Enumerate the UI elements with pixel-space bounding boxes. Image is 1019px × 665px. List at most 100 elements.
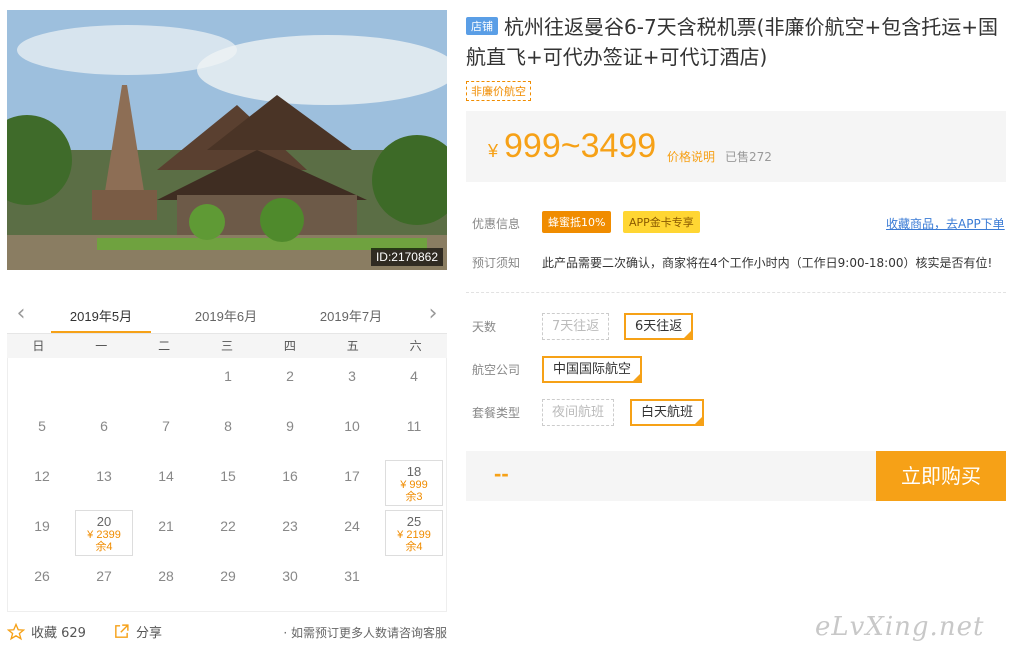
calendar-day: 31 (321, 558, 383, 608)
shop-badge: 店铺 (466, 17, 498, 35)
price-range: 999~3499 (504, 127, 657, 165)
calendar-day: 30 (259, 558, 321, 608)
calendar-day: 21 (135, 508, 197, 558)
calendar-day: 6 (73, 408, 135, 458)
chevron-left-icon[interactable]: ‹ (11, 303, 31, 326)
product-photo: ID:2170862 (7, 10, 447, 270)
photo-footer: 收藏 629 分享 · 如需预订更多人数请咨询客服 (7, 622, 447, 644)
calendar-day: 7 (135, 408, 197, 458)
weekday-fri: 五 (346, 339, 359, 353)
notice-text: 此产品需要二次确认，商家将在4个工作小时内（工作日9:00-18:00）核实是否… (542, 256, 993, 270)
share-button[interactable]: 分享 (113, 622, 162, 641)
share-icon (115, 624, 129, 638)
day-number: 25 (406, 514, 422, 529)
day-remaining: 余3 (405, 491, 423, 503)
calendar-day: 26 (11, 558, 73, 608)
option-6-days[interactable]: 6天往返 (624, 313, 694, 340)
day-number: 20 (96, 514, 112, 529)
day-remaining: 余4 (95, 541, 113, 553)
currency-symbol: ¥ (488, 141, 499, 161)
day-number: 9 (286, 418, 294, 434)
calendar-day: 24 (321, 508, 383, 558)
site-watermark: eLvXing.net (815, 612, 985, 642)
day-number: 15 (220, 468, 236, 484)
product-title-row: 店铺 杭州往返曼谷6-7天含税机票(非廉价航空+包含托运+国航直飞+可代办签证+可… (466, 12, 1011, 72)
day-number: 4 (410, 368, 418, 384)
tab-month-june[interactable]: 2019年6月 (181, 306, 271, 325)
calendar-month-nav: ‹ 2019年5月 2019年6月 2019年7月 › (7, 296, 447, 334)
option-day-flight[interactable]: 白天航班 (630, 399, 705, 426)
day-remaining: 余4 (405, 541, 423, 553)
weekday-tue: 二 (158, 339, 171, 353)
weekday-mon: 一 (95, 339, 108, 353)
calendar-day: 17 (321, 458, 383, 508)
day-number: 30 (282, 568, 298, 584)
day-number: 27 (96, 568, 112, 584)
day-number: 13 (96, 468, 112, 484)
package-label: 套餐类型 (472, 406, 521, 420)
favorite-count-label: 收藏 629 (31, 626, 86, 641)
divider (466, 292, 1006, 293)
tab-month-may[interactable]: 2019年5月 (51, 306, 151, 333)
calendar-day: 28 (135, 558, 197, 608)
day-number: 14 (158, 468, 174, 484)
price-explain-link[interactable]: 价格说明 (667, 148, 715, 165)
option-airline-air-china[interactable]: 中国国际航空 (542, 356, 643, 383)
day-number: 17 (344, 468, 360, 484)
calendar-day: 15 (197, 458, 259, 508)
price-panel: ¥ 999~3499 价格说明 已售272 (466, 111, 1006, 182)
honey-discount-badge: 蜂蜜抵10% (542, 211, 612, 233)
star-icon (7, 622, 25, 640)
day-number: 7 (162, 418, 170, 434)
day-number: 22 (220, 518, 236, 534)
favorite-button[interactable]: 收藏 629 (7, 622, 86, 641)
calendar-day: 29 (197, 558, 259, 608)
promo-label: 优惠信息 (472, 217, 521, 231)
day-number: 12 (34, 468, 50, 484)
days-label: 天数 (472, 320, 497, 334)
temple-illustration (7, 10, 447, 270)
day-number: 29 (220, 568, 236, 584)
day-number: 26 (34, 568, 50, 584)
day-number: 16 (282, 468, 298, 484)
weekday-thu: 四 (283, 339, 296, 353)
calendar-day-available[interactable]: 18 ¥ 999 余3 (385, 460, 443, 506)
option-7-days[interactable]: 7天往返 (542, 313, 610, 340)
day-number: 5 (38, 418, 46, 434)
calendar-day: 16 (259, 458, 321, 508)
calendar-day: 11 (383, 408, 445, 458)
day-price: ¥ 2399 (87, 529, 121, 541)
calendar-day: 23 (259, 508, 321, 558)
calendar-grid: 1 2 3 4 5 6 7 8 9 10 11 12 13 14 15 16 1… (7, 358, 447, 612)
day-price: ¥ 2199 (397, 529, 431, 541)
total-price: -- (494, 461, 509, 486)
calendar-day: 2 (259, 358, 321, 408)
calendar-day: 4 (383, 358, 445, 408)
feature-tag: 非廉价航空 (466, 81, 531, 101)
calendar-day: 13 (73, 458, 135, 508)
day-number: 1 (224, 368, 232, 384)
share-label: 分享 (136, 626, 163, 641)
calendar-day: 1 (197, 358, 259, 408)
weekday-wed: 三 (221, 339, 234, 353)
airline-label: 航空公司 (472, 363, 521, 377)
calendar-day-available[interactable]: 25 ¥ 2199 余4 (385, 510, 443, 556)
favorite-app-link[interactable]: 收藏商品，去APP下单 (886, 215, 1005, 232)
buy-now-button[interactable]: 立即购买 (876, 451, 1006, 501)
calendar-day-available[interactable]: 20 ¥ 2399 余4 (75, 510, 133, 556)
day-number: 11 (406, 418, 422, 434)
calendar-day: 10 (321, 408, 383, 458)
day-number: 18 (406, 464, 422, 479)
tab-month-july[interactable]: 2019年7月 (306, 306, 396, 325)
chevron-right-icon[interactable]: › (423, 303, 443, 326)
day-number: 19 (34, 518, 50, 534)
notice-label: 预订须知 (472, 256, 521, 270)
product-title: 杭州往返曼谷6-7天含税机票(非廉价航空+包含托运+国航直飞+可代办签证+可代订… (466, 15, 998, 69)
weekday-sat: 六 (409, 339, 422, 353)
day-number: 24 (344, 518, 360, 534)
day-price: ¥ 999 (400, 479, 428, 491)
day-number: 23 (282, 518, 298, 534)
day-number: 10 (344, 418, 360, 434)
option-night-flight[interactable]: 夜间航班 (542, 399, 615, 426)
day-number: 28 (158, 568, 174, 584)
